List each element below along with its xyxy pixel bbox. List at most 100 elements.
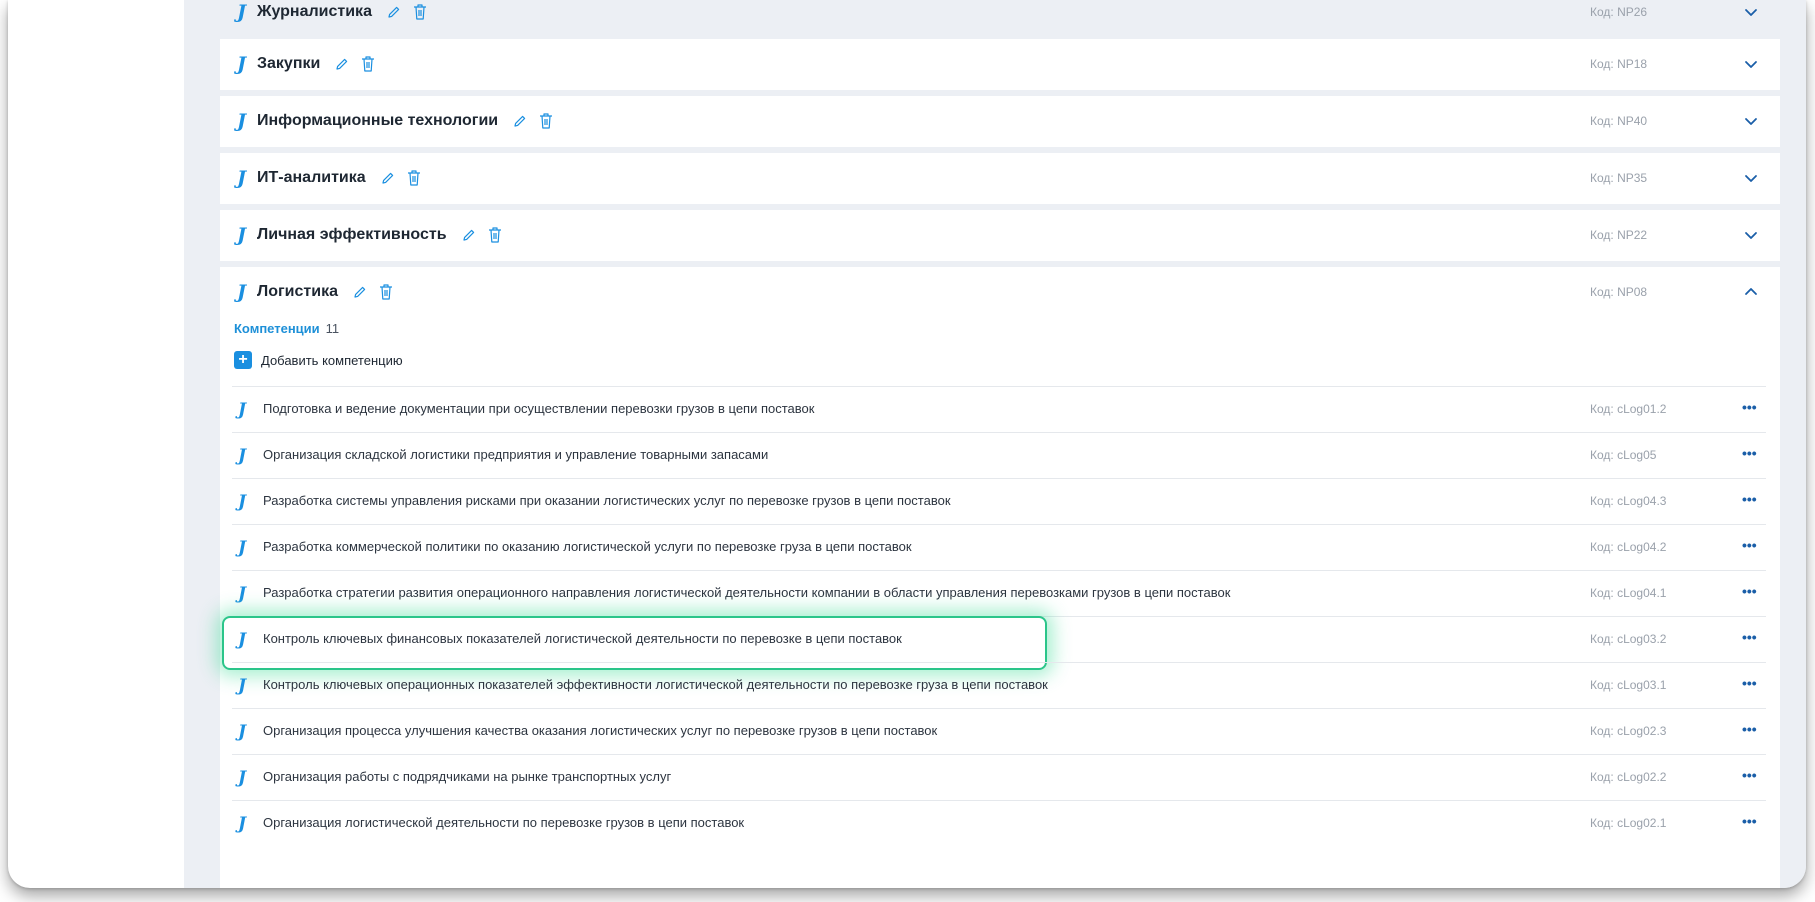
- category-code: Код: NP22: [1590, 228, 1648, 242]
- pencil-icon[interactable]: [512, 112, 528, 130]
- chevron-down-icon[interactable]: [1743, 113, 1759, 129]
- more-dots-icon[interactable]: •••: [1742, 537, 1757, 553]
- more-dots-icon[interactable]: •••: [1742, 629, 1757, 645]
- pencil-icon[interactable]: [380, 169, 396, 187]
- category-panel: J Закупки Код: NP18: [220, 39, 1780, 90]
- chevron-down-icon[interactable]: [1743, 4, 1759, 20]
- more-dots-icon[interactable]: •••: [1742, 813, 1757, 829]
- competency-title: Организация складской логистики предприя…: [263, 447, 769, 462]
- category-header[interactable]: J ИТ-аналитика Код: NP35: [220, 153, 1780, 205]
- logo-icon: J: [238, 722, 247, 742]
- competency-row[interactable]: J Разработка системы управления рисками п…: [232, 478, 1766, 524]
- trash-icon[interactable]: [538, 112, 554, 130]
- chevron-down-icon[interactable]: [1743, 227, 1759, 243]
- category-code: Код: NP18: [1590, 57, 1648, 71]
- competency-title: Организация логистической деятельности п…: [263, 815, 745, 830]
- competency-row[interactable]: J Организация складской логистики предпри…: [232, 432, 1766, 478]
- logo-icon: J: [237, 110, 246, 132]
- competency-row[interactable]: J Разработка стратегии развития операцион…: [232, 570, 1766, 616]
- logo-icon: J: [238, 492, 247, 512]
- competency-code: Код: cLog04.1: [1590, 586, 1667, 600]
- logo-icon: J: [238, 676, 247, 696]
- competency-code: Код: cLog02.1: [1590, 816, 1667, 830]
- category-code: Код: NP08: [1590, 285, 1648, 299]
- competency-row[interactable]: J Организация процесса улучшения качества…: [232, 708, 1766, 754]
- category-title: ИТ-аналитика: [257, 169, 366, 186]
- competency-code: Код: cLog05: [1590, 448, 1657, 462]
- category-header[interactable]: J Закупки Код: NP18: [220, 39, 1780, 91]
- pencil-icon[interactable]: [461, 226, 477, 244]
- more-dots-icon[interactable]: •••: [1742, 399, 1757, 415]
- category-panel: J Личная эффективность Код: NP22: [220, 210, 1780, 261]
- competency-title: Организация процесса улучшения качества …: [263, 723, 938, 738]
- competency-row[interactable]: J Организация работы с подрядчиками на ры…: [232, 754, 1766, 800]
- category-header[interactable]: J Логистика Код: NP08: [220, 267, 1780, 319]
- logo-icon: J: [238, 814, 247, 834]
- more-dots-icon[interactable]: •••: [1742, 721, 1757, 737]
- trash-icon[interactable]: [406, 169, 422, 187]
- pencil-icon[interactable]: [386, 3, 402, 21]
- competency-row[interactable]: J Контроль ключевых финансовых показателе…: [222, 616, 1766, 670]
- category-panel: J Информационные технологии Код: NP40: [220, 96, 1780, 147]
- category-panel: J ИТ-аналитика Код: NP35: [220, 153, 1780, 204]
- competency-code: Код: cLog04.3: [1590, 494, 1667, 508]
- trash-icon[interactable]: [360, 55, 376, 73]
- competency-code: Код: cLog02.2: [1590, 770, 1667, 784]
- category-title: Информационные технологии: [257, 112, 499, 129]
- logo-icon: J: [237, 1, 246, 23]
- chevron-up-icon[interactable]: [1743, 284, 1759, 300]
- more-dots-icon[interactable]: •••: [1742, 445, 1757, 461]
- competency-row[interactable]: J Организация логистической деятельности …: [232, 800, 1766, 846]
- category-header[interactable]: J Информационные технологии Код: NP40: [220, 96, 1780, 148]
- category-title: Закупки: [257, 55, 321, 72]
- trash-icon[interactable]: [378, 283, 394, 301]
- logo-icon: J: [238, 584, 247, 604]
- competency-code: Код: cLog01.2: [1590, 402, 1667, 416]
- competency-code: Код: cLog02.3: [1590, 724, 1667, 738]
- add-competency-label: Добавить компетенцию: [261, 352, 403, 368]
- logo-icon: J: [238, 630, 247, 650]
- pencil-icon[interactable]: [334, 55, 350, 73]
- category-title: Логистика: [257, 283, 338, 300]
- more-dots-icon[interactable]: •••: [1742, 583, 1757, 599]
- plus-icon: +: [234, 351, 252, 369]
- pencil-icon[interactable]: [352, 283, 368, 301]
- category-code: Код: NP40: [1590, 114, 1648, 128]
- logo-icon: J: [237, 224, 246, 246]
- category-code: Код: NP35: [1590, 171, 1648, 185]
- content-area: J Журналистика Код: NP26 J Закупки Код: NP18 J…: [184, 0, 1806, 888]
- competency-title: Контроль ключевых операционных показател…: [263, 677, 1048, 692]
- category-title: Личная эффективность: [257, 226, 447, 243]
- competency-title: Организация работы с подрядчиками на рын…: [263, 769, 672, 784]
- logo-icon: J: [238, 538, 247, 558]
- more-dots-icon[interactable]: •••: [1742, 675, 1757, 691]
- logo-icon: J: [237, 53, 246, 75]
- category-title: Журналистика: [257, 3, 372, 20]
- more-dots-icon[interactable]: •••: [1742, 491, 1757, 507]
- competency-code: Код: cLog04.2: [1590, 540, 1667, 554]
- chevron-down-icon[interactable]: [1743, 170, 1759, 186]
- competency-row[interactable]: J Контроль ключевых операционных показате…: [232, 662, 1766, 708]
- add-competency-button[interactable]: + Добавить компетенцию: [234, 351, 403, 369]
- category-header[interactable]: J Личная эффективность Код: NP22: [220, 210, 1780, 262]
- logo-icon: J: [238, 446, 247, 466]
- trash-icon[interactable]: [487, 226, 503, 244]
- category-header[interactable]: J Журналистика Код: NP26: [220, 0, 1780, 22]
- competency-title: Подготовка и ведение документации при ос…: [263, 401, 815, 416]
- competencies-label: Компетенции 11: [234, 321, 339, 336]
- logo-icon: J: [238, 400, 247, 420]
- chevron-down-icon[interactable]: [1743, 56, 1759, 72]
- competency-row[interactable]: J Подготовка и ведение документации при о…: [232, 386, 1766, 432]
- competency-list: J Подготовка и ведение документации при о…: [222, 386, 1766, 846]
- more-dots-icon[interactable]: •••: [1742, 767, 1757, 783]
- competencies-count: 11: [325, 321, 340, 336]
- competency-title: Разработка стратегии развития операционн…: [263, 585, 1231, 600]
- logo-icon: J: [237, 281, 246, 303]
- competency-code: Код: cLog03.2: [1590, 632, 1667, 646]
- competencies-title: Компетенции: [234, 321, 320, 336]
- competency-row[interactable]: J Разработка коммерческой политики по ока…: [232, 524, 1766, 570]
- app-window: J Журналистика Код: NP26 J Закупки Код: NP18 J…: [8, 0, 1806, 888]
- competency-code: Код: cLog03.1: [1590, 678, 1667, 692]
- competency-title: Разработка коммерческой политики по оказ…: [263, 539, 912, 554]
- trash-icon[interactable]: [412, 3, 428, 21]
